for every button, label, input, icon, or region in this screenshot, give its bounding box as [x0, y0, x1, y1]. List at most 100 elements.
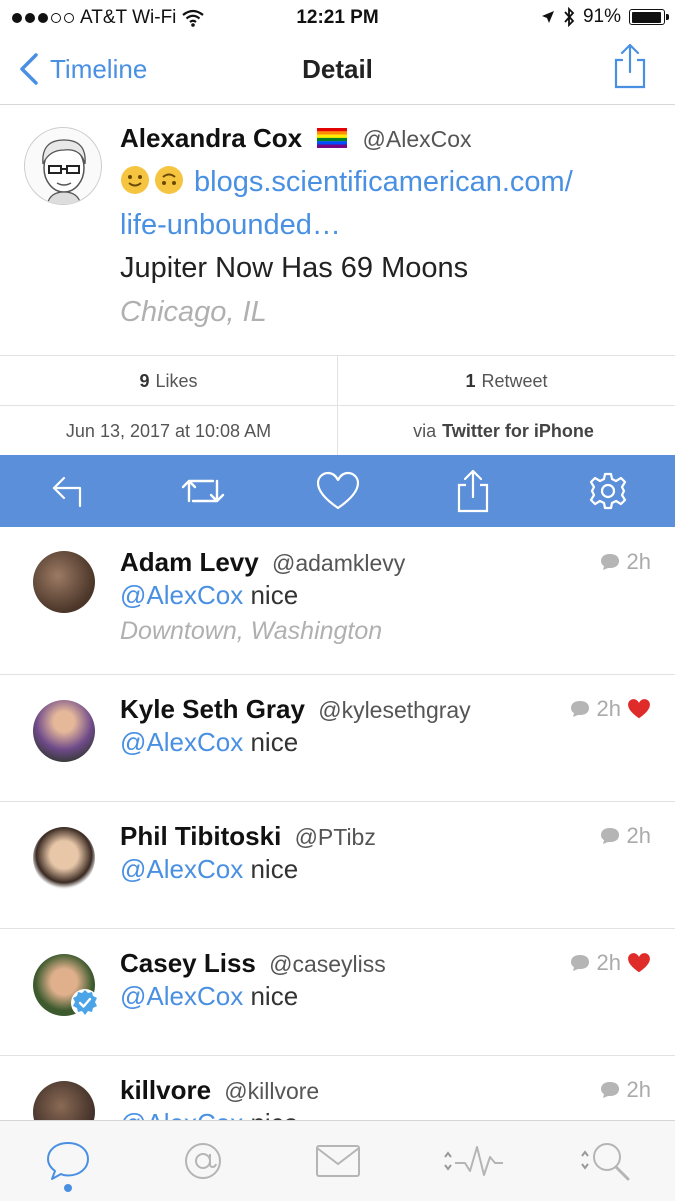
- reply-mention[interactable]: @AlexCox: [120, 727, 243, 757]
- reply-author-handle: @PTibz: [294, 824, 376, 850]
- chevron-left-icon: [20, 53, 38, 85]
- reply-item[interactable]: Phil Tibitoski @PTibz @AlexCox nice 2h: [0, 801, 675, 929]
- share-icon: [614, 43, 646, 89]
- search-icon: [580, 1143, 629, 1181]
- speech-bubble-icon: [46, 1142, 89, 1180]
- reply-header: Adam Levy @adamklevy: [120, 547, 405, 578]
- reply-time: 2h: [626, 823, 651, 848]
- tab-search[interactable]: [568, 1126, 648, 1196]
- tab-bar: [0, 1120, 675, 1201]
- tweet-author: Alexandra Cox @AlexCox: [120, 123, 472, 154]
- reply-author-name: killvore: [120, 1075, 212, 1105]
- reply-avatar[interactable]: [33, 700, 95, 762]
- battery-icon: [629, 9, 669, 25]
- reply-header: Phil Tibitoski @PTibz: [120, 821, 376, 852]
- reply-avatar[interactable]: [33, 551, 95, 613]
- retweet-icon: [181, 479, 224, 503]
- reply-meta: 2h: [599, 1077, 651, 1103]
- share-button[interactable]: [613, 42, 647, 95]
- reply-body: nice: [250, 854, 299, 884]
- like-button[interactable]: [308, 461, 368, 521]
- engagement-stats: 9 Likes 1 Retweet: [0, 355, 675, 406]
- reply-text: @AlexCox nice: [120, 727, 298, 758]
- reply-body: nice: [250, 981, 299, 1011]
- battery-percent: 91%: [582, 6, 621, 27]
- author-name[interactable]: Alexandra Cox: [120, 123, 302, 153]
- retweets-label: Retweet: [481, 370, 548, 391]
- activity-pulse-icon: [443, 1146, 503, 1176]
- tweet-timestamp: Jun 13, 2017 at 10:08 AM: [65, 420, 272, 441]
- back-button[interactable]: Timeline: [18, 52, 147, 86]
- author-handle[interactable]: @AlexCox: [363, 126, 472, 152]
- reply-item[interactable]: Casey Liss @caseyliss @AlexCox nice 2h: [0, 928, 675, 1056]
- bluetooth-icon: [564, 7, 575, 27]
- location-arrow-icon: [541, 11, 554, 23]
- reply-body: nice: [250, 580, 299, 610]
- reply-meta: 2h: [569, 950, 651, 976]
- reply-meta: 2h: [569, 696, 651, 722]
- conversation-bubble-icon: [570, 701, 589, 717]
- rainbow-flag-icon: [317, 128, 348, 148]
- tweet-action-bar: [0, 455, 675, 527]
- reply-meta: 2h: [599, 549, 651, 575]
- back-label: Timeline: [50, 53, 148, 84]
- liked-heart-icon: [628, 953, 650, 973]
- reply-author-handle: @caseyliss: [269, 951, 386, 977]
- conversation-bubble-icon: [600, 828, 619, 844]
- share-icon: [457, 469, 488, 513]
- reply-item[interactable]: Kyle Seth Gray @kylesethgray @AlexCox ni…: [0, 674, 675, 802]
- tweet-link[interactable]: blogs.scientificamerican.com/: [194, 166, 573, 198]
- active-tab-indicator: [63, 1184, 72, 1192]
- navigation-bar: Timeline Detail: [0, 36, 675, 105]
- tab-messages[interactable]: [298, 1126, 378, 1196]
- status-right: 91%: [541, 6, 669, 28]
- reply-button[interactable]: [38, 461, 98, 521]
- settings-button[interactable]: [578, 461, 638, 521]
- via-label: via: [413, 420, 437, 441]
- likes-count-button[interactable]: 9 Likes: [0, 356, 337, 406]
- heart-outline-icon: [316, 471, 359, 510]
- reply-author-name: Phil Tibitoski: [120, 821, 282, 851]
- retweets-count: 1: [465, 370, 476, 391]
- tweet-link-continued[interactable]: life-unbounded…: [120, 209, 341, 242]
- retweet-button[interactable]: [173, 461, 233, 521]
- reply-location[interactable]: Downtown, Washington: [120, 617, 382, 646]
- tweet-client: via Twitter for iPhone: [337, 406, 675, 456]
- conversation-bubble-icon: [600, 1082, 619, 1098]
- reply-author-name: Casey Liss: [120, 948, 256, 978]
- reply-time: 2h: [626, 549, 651, 574]
- conversation-bubble-icon: [600, 554, 619, 570]
- tab-timeline[interactable]: [28, 1126, 108, 1196]
- likes-count: 9: [139, 370, 150, 391]
- gear-icon: [589, 472, 626, 510]
- reply-time: 2h: [596, 950, 621, 975]
- upside-down-emoji-icon: [155, 166, 183, 194]
- reply-mention[interactable]: @AlexCox: [120, 580, 243, 610]
- reply-header: killvore @killvore: [120, 1075, 319, 1106]
- reply-mention[interactable]: @AlexCox: [120, 981, 243, 1011]
- author-avatar[interactable]: [24, 127, 102, 205]
- tab-mentions[interactable]: [163, 1126, 243, 1196]
- smile-emoji-icon: [121, 166, 149, 194]
- share-tweet-button[interactable]: [443, 461, 503, 521]
- liked-heart-icon: [628, 699, 650, 719]
- tab-activity[interactable]: [433, 1126, 513, 1196]
- reply-mention[interactable]: @AlexCox: [120, 854, 243, 884]
- reply-author-handle: @killvore: [224, 1078, 320, 1104]
- likes-label: Likes: [155, 370, 198, 391]
- reply-text: @AlexCox nice: [120, 981, 298, 1012]
- tweet-location[interactable]: Chicago, IL: [120, 296, 267, 329]
- reply-item[interactable]: Adam Levy @adamklevy @AlexCox nice Downt…: [0, 527, 675, 675]
- tweet-link-line: blogs.scientificamerican.com/: [120, 165, 573, 199]
- conversation-bubble-icon: [570, 955, 589, 971]
- retweets-count-button[interactable]: 1 Retweet: [337, 356, 675, 406]
- tweet-detail: Alexandra Cox @AlexCox blogs.scientifica…: [0, 105, 675, 355]
- reply-text: @AlexCox nice: [120, 580, 298, 611]
- reply-header: Casey Liss @caseyliss: [120, 948, 386, 979]
- at-sign-icon: [184, 1143, 221, 1179]
- reply-author-name: Kyle Seth Gray: [120, 694, 305, 724]
- reply-avatar[interactable]: [33, 827, 95, 889]
- reply-time: 2h: [626, 1077, 651, 1102]
- reply-time: 2h: [596, 696, 621, 721]
- client-name: Twitter for iPhone: [442, 420, 594, 441]
